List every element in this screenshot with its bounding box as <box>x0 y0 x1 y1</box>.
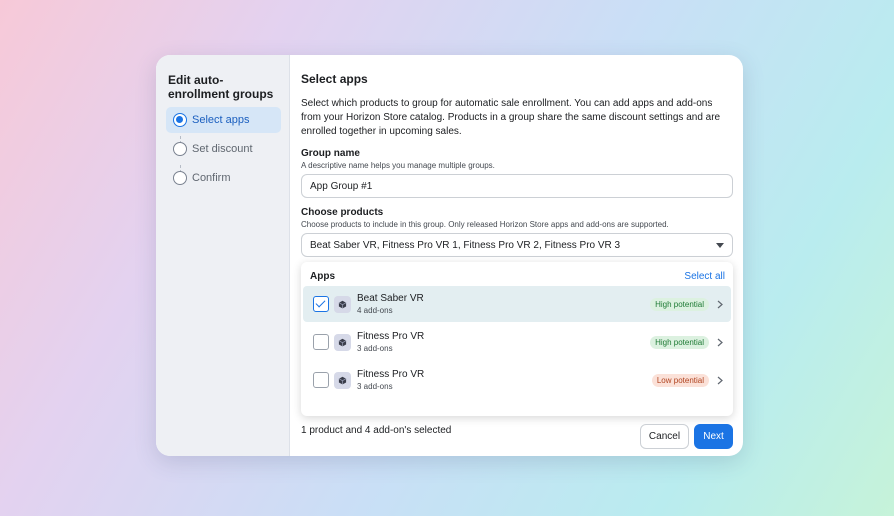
step-label: Set discount <box>192 143 253 155</box>
app-checkbox[interactable] <box>313 334 329 350</box>
app-addons: 4 add-ons <box>357 305 393 315</box>
cancel-button[interactable]: Cancel <box>640 424 689 449</box>
app-addons: 3 add-ons <box>357 343 393 353</box>
dropdown-title: Apps <box>310 270 335 282</box>
app-row[interactable]: Fitness Pro VR 3 add-ons Low potential <box>303 362 731 398</box>
select-all-link[interactable]: Select all <box>684 271 725 282</box>
app-row[interactable]: Beat Saber VR 4 add-ons High potential <box>303 286 731 322</box>
caret-down-icon <box>716 242 724 248</box>
potential-badge: High potential <box>650 297 709 311</box>
app-name: Fitness Pro VR <box>357 330 425 342</box>
app-row[interactable]: Fitness Pro VR 3 add-ons High potential <box>303 324 731 360</box>
products-select-value: Beat Saber VR, Fitness Pro VR 1, Fitness… <box>310 239 621 251</box>
app-addons: 3 add-ons <box>357 381 393 391</box>
main-panel: Select apps Select which products to gro… <box>290 55 743 456</box>
step-label: Select apps <box>192 114 250 126</box>
potential-badge: Low potential <box>651 373 709 387</box>
footer-buttons: Cancel Next <box>640 424 733 449</box>
products-select[interactable]: Beat Saber VR, Fitness Pro VR 1, Fitness… <box>301 233 733 257</box>
step-list: Select apps Set discount Confirm <box>166 107 281 191</box>
page-title: Select apps <box>301 72 368 86</box>
next-button[interactable]: Next <box>694 424 733 449</box>
group-name-label: Group name <box>301 148 360 159</box>
app-info: Beat Saber VR 4 add-ons <box>357 293 650 316</box>
step-radio-icon <box>173 171 187 185</box>
group-name-input[interactable]: App Group #1 <box>301 174 733 198</box>
app-name: Beat Saber VR <box>357 292 424 304</box>
sidebar-title: Edit auto-enrollment groups <box>168 73 274 101</box>
app-cube-icon <box>334 333 351 351</box>
intro-text: Select which products to group for autom… <box>301 98 721 137</box>
step-radio-icon <box>173 113 187 127</box>
group-name-value: App Group #1 <box>310 180 373 192</box>
chevron-right-icon[interactable] <box>715 375 725 385</box>
app-checkbox[interactable] <box>313 372 329 388</box>
dropdown-header: Apps Select all <box>303 268 731 284</box>
step-set-discount[interactable]: Set discount <box>166 136 281 162</box>
selection-summary: 1 product and 4 add-on's selected <box>301 425 452 436</box>
app-cube-icon <box>334 295 351 313</box>
step-select-apps[interactable]: Select apps <box>166 107 281 133</box>
choose-products-help: Choose products to include in this group… <box>301 220 669 229</box>
auto-enrollment-dialog: Edit auto-enrollment groups Select apps … <box>156 55 743 456</box>
choose-products-label: Choose products <box>301 207 384 218</box>
step-radio-icon <box>173 142 187 156</box>
step-confirm[interactable]: Confirm <box>166 165 281 191</box>
app-checkbox[interactable] <box>313 296 329 312</box>
potential-badge: High potential <box>650 335 709 349</box>
app-info: Fitness Pro VR 3 add-ons <box>357 331 650 354</box>
chevron-right-icon[interactable] <box>715 299 725 309</box>
stepper-sidebar: Edit auto-enrollment groups Select apps … <box>156 55 290 456</box>
dialog-footer: 1 product and 4 add-on's selected Cancel… <box>301 424 733 449</box>
step-label: Confirm <box>192 172 231 184</box>
app-cube-icon <box>334 371 351 389</box>
chevron-right-icon[interactable] <box>715 337 725 347</box>
app-name: Fitness Pro VR <box>357 368 425 380</box>
group-name-help: A descriptive name helps you manage mult… <box>301 161 495 170</box>
apps-dropdown: Apps Select all Beat Saber VR 4 add-ons … <box>301 262 733 416</box>
app-info: Fitness Pro VR 3 add-ons <box>357 369 652 392</box>
